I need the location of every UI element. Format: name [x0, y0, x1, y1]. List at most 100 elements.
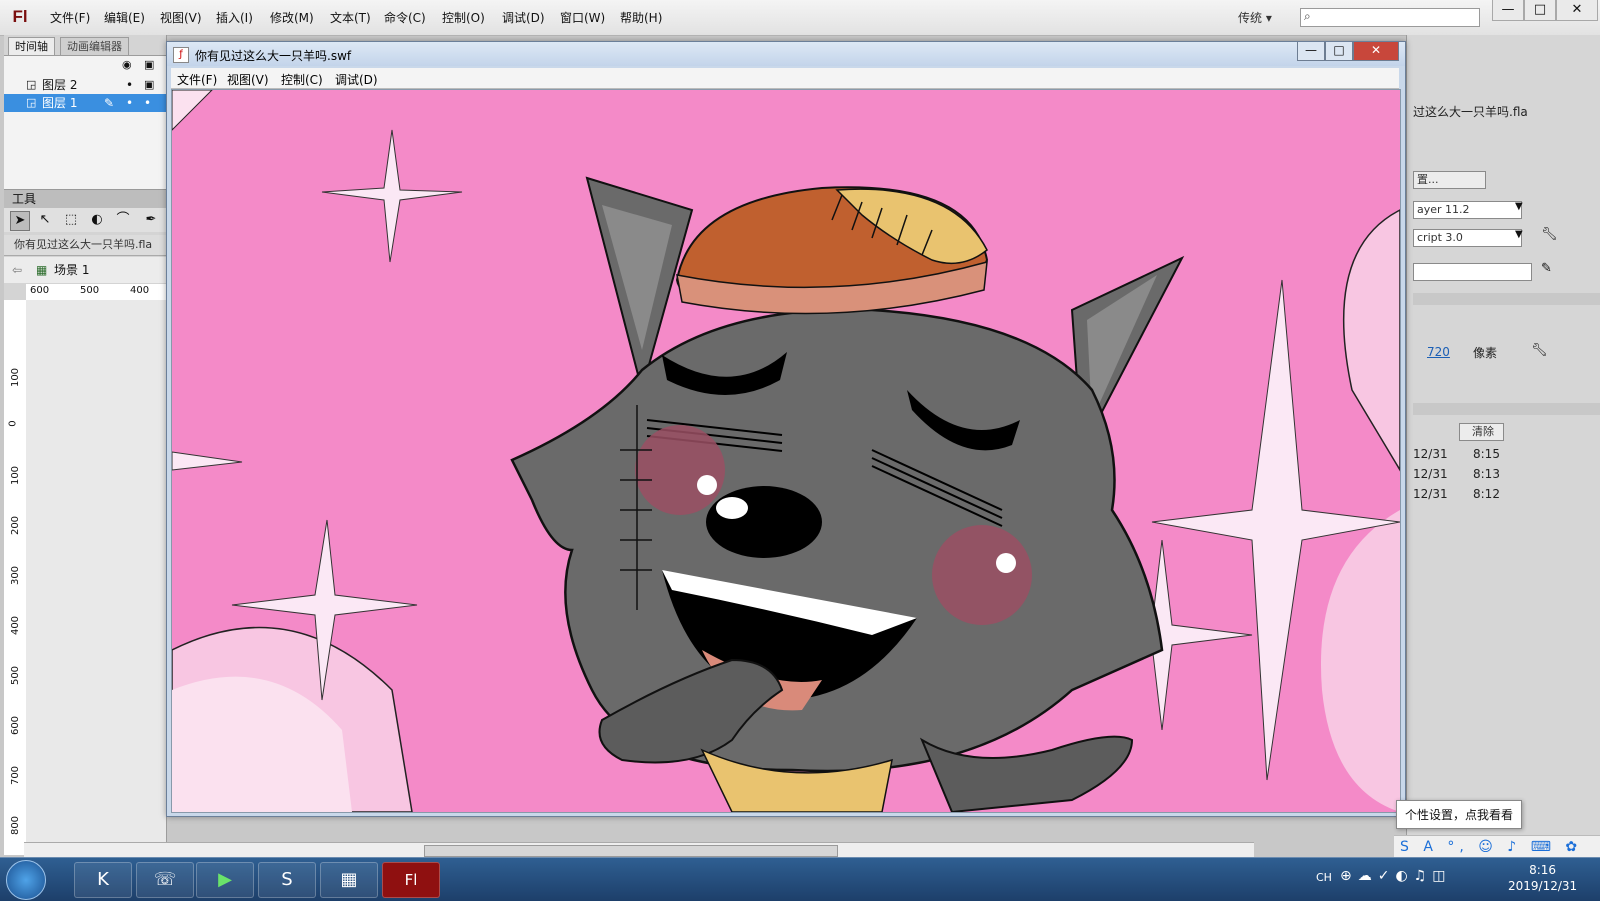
- minimize-button[interactable]: —: [1492, 0, 1524, 21]
- scene-bar: ⇦ ▦ 场景 1: [4, 257, 166, 283]
- ruler-label: 0: [7, 420, 19, 427]
- taskbar-app-k[interactable]: K: [74, 862, 132, 898]
- subselection-tool-icon[interactable]: ↖: [36, 211, 54, 229]
- tab-timeline[interactable]: 时间轴: [8, 37, 55, 56]
- swf-minimize-button[interactable]: —: [1297, 42, 1325, 61]
- swf-menu-debug[interactable]: 调试(D): [335, 71, 378, 88]
- swf-menu-view[interactable]: 视图(V): [227, 71, 269, 88]
- left-panel: 时间轴 动画编辑器 ◉ ▣ ◲ 图层 2 • ▣ ◲ 图层 1 ✎ • • ▫▭…: [4, 35, 176, 855]
- swf-stage-animation[interactable]: [171, 89, 1401, 813]
- editor-pasteboard: [26, 300, 166, 855]
- timeline-panel: ◉ ▣ ◲ 图层 2 • ▣ ◲ 图层 1 ✎ • • ▫▭▯: [4, 55, 166, 206]
- swf-titlebar[interactable]: ƒ 你有见过这么大一只羊吗.swf — □ ✕: [167, 42, 1405, 66]
- scrollbar-thumb[interactable]: [424, 845, 838, 857]
- horizontal-scrollbar[interactable]: [24, 842, 1254, 857]
- menu-commands[interactable]: 命令(C): [384, 9, 426, 26]
- lock-icon[interactable]: ▣: [144, 76, 154, 94]
- swf-menu-control[interactable]: 控制(C): [281, 71, 323, 88]
- chevron-down-icon[interactable]: ▼: [1515, 229, 1523, 240]
- history-date: 12/31: [1413, 487, 1448, 501]
- layer-row-2[interactable]: ◲ 图层 2 • ▣: [4, 76, 166, 94]
- layer-name: 图层 1: [42, 96, 78, 110]
- app-menubar: Fl 文件(F) 编辑(E) 视图(V) 插入(I) 修改(M) 文本(T) 命…: [0, 0, 1600, 36]
- chevron-down-icon: ▾: [1265, 11, 1272, 25]
- lasso-tool-icon[interactable]: ⌒: [114, 211, 132, 229]
- taskbar-app-player[interactable]: ▶: [196, 862, 254, 898]
- ruler-label: 700: [10, 765, 22, 786]
- section-divider: [1413, 403, 1600, 415]
- clear-history-button[interactable]: 清除: [1459, 423, 1504, 441]
- ruler-label: 800: [10, 815, 22, 836]
- layer-row-1[interactable]: ◲ 图层 1 ✎ • •: [4, 94, 166, 112]
- ruler-label: 300: [10, 565, 22, 586]
- menu-control[interactable]: 控制(O): [442, 9, 485, 26]
- taskbar-app-sogou[interactable]: S: [258, 862, 316, 898]
- swf-menu-file[interactable]: 文件(F): [177, 71, 217, 88]
- ime-toolbar[interactable]: S A °, ☺ ♪ ⌨ ✿ ⊞: [1394, 835, 1600, 877]
- menu-insert[interactable]: 插入(I): [216, 9, 253, 26]
- pencil-icon: ✎: [104, 96, 115, 110]
- taskbar-app-qq[interactable]: ☏: [136, 862, 194, 898]
- document-tab[interactable]: 你有见过这么大一只羊吗.fla: [4, 235, 176, 256]
- close-button[interactable]: ✕: [1556, 0, 1598, 21]
- ime-tooltip[interactable]: 个性设置，点我看看: [1396, 800, 1523, 829]
- history-time: 8:15: [1473, 447, 1500, 461]
- settings-button[interactable]: 置...: [1413, 171, 1486, 189]
- player-select[interactable]: ayer 11.2: [1413, 201, 1522, 219]
- wrench-icon[interactable]: 🔧︎: [1541, 227, 1558, 242]
- free-transform-tool-icon[interactable]: ⬚: [62, 211, 80, 229]
- menu-modify[interactable]: 修改(M): [270, 9, 314, 26]
- pen-tool-icon[interactable]: ✒: [142, 211, 160, 229]
- vertical-ruler: 100 0 100 200 300 400 500 600 700 800: [4, 300, 27, 855]
- visibility-dot-icon[interactable]: •: [126, 94, 133, 112]
- section-divider: [1413, 293, 1600, 305]
- horizontal-ruler: 600 500 400: [26, 284, 166, 301]
- swf-maximize-button[interactable]: □: [1325, 42, 1353, 61]
- eye-icon[interactable]: ◉: [122, 58, 132, 71]
- selection-tool-icon[interactable]: ➤: [10, 211, 30, 231]
- layer-icon: ◲: [26, 78, 37, 91]
- taskbar-app-media[interactable]: ▦: [320, 862, 378, 898]
- grey-wolf-cartoon-image: [172, 90, 1400, 812]
- history-date: 12/31: [1413, 467, 1448, 481]
- stage-height-value[interactable]: 720: [1427, 345, 1450, 359]
- language-indicator[interactable]: CH: [1316, 871, 1332, 884]
- menu-help[interactable]: 帮助(H): [620, 9, 662, 26]
- scene-name[interactable]: 场景 1: [54, 257, 89, 283]
- workspace-switcher[interactable]: 传统 ▾: [1238, 9, 1272, 26]
- pencil-icon[interactable]: ✎: [1541, 261, 1552, 276]
- menu-view[interactable]: 视图(V): [160, 9, 202, 26]
- swf-window-title: 你有见过这么大一只羊吗.swf: [195, 49, 352, 63]
- help-search-input[interactable]: ⌕: [1300, 8, 1480, 27]
- ruler-label: 200: [10, 515, 22, 536]
- lock-dot-icon[interactable]: •: [144, 94, 151, 112]
- wrench-icon[interactable]: 🔧︎: [1531, 343, 1548, 358]
- tab-motion-editor[interactable]: 动画编辑器: [60, 37, 129, 56]
- flash-player-icon: ƒ: [173, 47, 189, 63]
- menu-debug[interactable]: 调试(D): [502, 9, 545, 26]
- 3d-rotation-tool-icon[interactable]: ◐: [88, 211, 106, 229]
- taskbar-app-flash[interactable]: Fl: [382, 862, 440, 898]
- menu-text[interactable]: 文本(T): [330, 9, 371, 26]
- ruler-label: 400: [10, 615, 22, 636]
- size-unit-label: 像素: [1473, 346, 1498, 360]
- maximize-button[interactable]: □: [1524, 0, 1556, 21]
- system-tray-icons[interactable]: ⊕☁✓◐♫◫: [1340, 868, 1451, 884]
- menu-window[interactable]: 窗口(W): [560, 9, 605, 26]
- swf-close-button[interactable]: ✕: [1353, 42, 1399, 61]
- history-date: 12/31: [1413, 447, 1448, 461]
- script-select[interactable]: cript 3.0: [1413, 229, 1522, 247]
- visibility-dot-icon[interactable]: •: [126, 76, 133, 94]
- taskbar-clock[interactable]: 8:16 2019/12/31: [1508, 862, 1577, 894]
- start-orb-icon[interactable]: [6, 860, 46, 900]
- menu-file[interactable]: 文件(F): [50, 9, 90, 26]
- lock-icon[interactable]: ▣: [144, 58, 154, 71]
- menu-edit[interactable]: 编辑(E): [104, 9, 145, 26]
- history-time: 8:12: [1473, 487, 1500, 501]
- back-arrow-icon[interactable]: ⇦: [12, 257, 22, 283]
- chevron-down-icon[interactable]: ▼: [1515, 201, 1523, 212]
- layer-icon: ◲: [26, 96, 37, 109]
- ruler-label: 600: [10, 715, 22, 736]
- class-input[interactable]: [1413, 263, 1532, 281]
- ruler-label: 500: [80, 285, 100, 296]
